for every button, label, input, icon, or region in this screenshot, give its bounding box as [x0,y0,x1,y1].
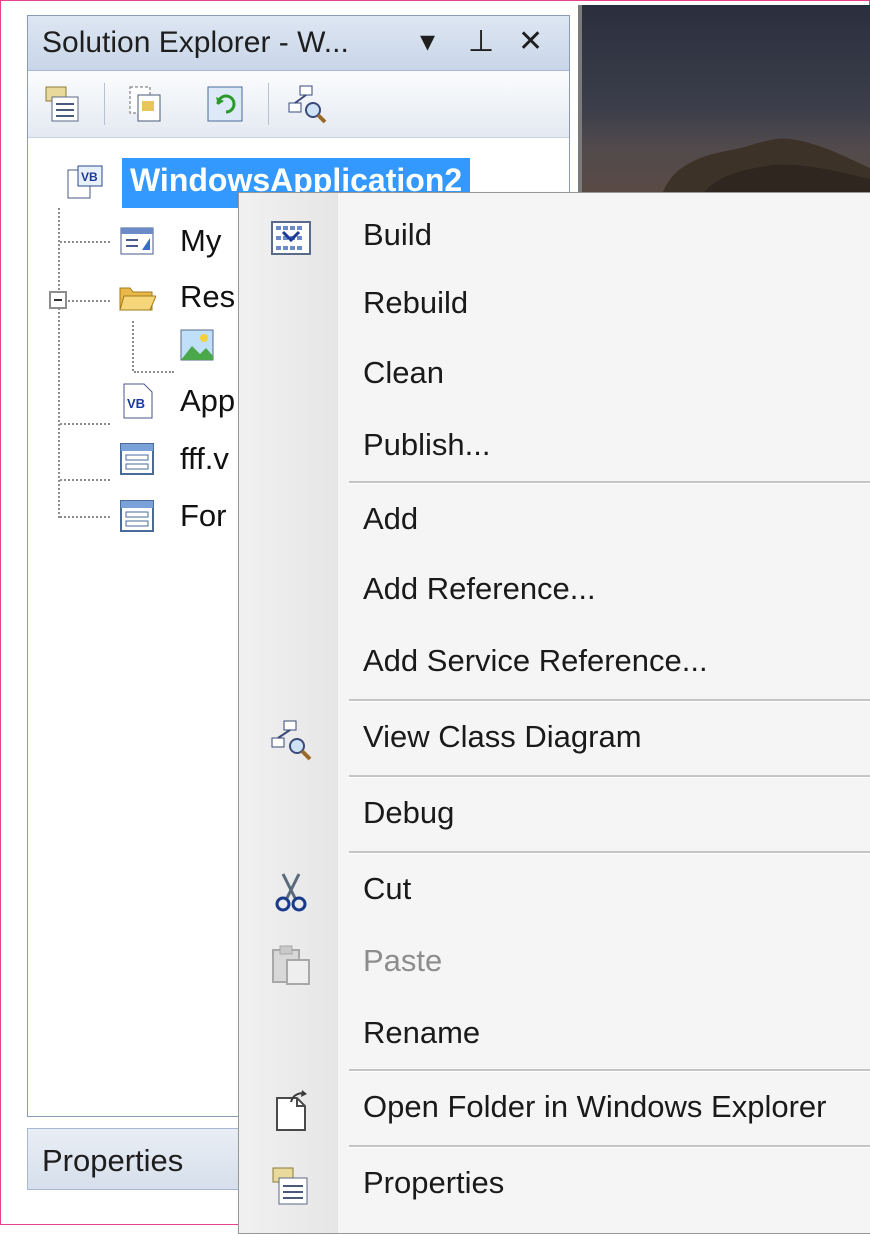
toolbar-separator [268,83,269,125]
properties-tab-label: Properties [42,1143,184,1178]
solution-explorer-titlebar: Solution Explorer - W... ▾ ⊥ ✕ [28,16,569,71]
solution-explorer-toolbar [28,71,569,138]
tree-silhouette [662,138,870,195]
refresh-icon[interactable] [204,83,246,125]
show-all-files-icon[interactable] [124,83,166,125]
menu-item-rename[interactable]: Rename [239,999,870,1069]
open-folder-icon [276,1090,307,1131]
background-image [578,5,870,195]
menu-item-label: Build [363,217,432,252]
menu-item-debug[interactable]: Debug [239,779,870,849]
menu-item-publish[interactable]: Publish... [239,411,870,481]
window-position-dropdown-icon[interactable]: ▾ [420,24,435,59]
form-icon [120,443,154,475]
properties-icon[interactable] [42,83,84,125]
tree-connector-line [60,423,110,425]
menu-item-rebuild[interactable]: Rebuild [239,269,870,339]
menu-item-add[interactable]: Add [239,485,870,555]
close-icon[interactable]: ✕ [518,24,543,59]
menu-separator [349,851,870,854]
menu-item-label: Rebuild [363,285,469,320]
menu-item-open-folder-in-windows-explorer[interactable]: Open Folder in Windows Explorer [239,1073,870,1143]
menu-separator [349,1145,870,1148]
menu-item-clean[interactable]: Clean [239,339,870,409]
tree-collapse-toggle[interactable] [49,291,67,309]
vb-project-icon: VB [67,165,103,199]
menu-item-label: Clean [363,355,444,390]
tree-connector-line [134,371,174,373]
view-class-diagram-icon[interactable] [286,83,328,125]
menu-item-label: Open Folder in Windows Explorer [363,1089,827,1124]
menu-separator [349,699,870,702]
menu-item-properties[interactable]: Properties [239,1149,870,1219]
vb-file-icon: VB [123,383,153,419]
menu-item-label: Debug [363,795,455,830]
tree-item-application[interactable]: App [180,383,235,419]
tree-connector-line [132,321,134,371]
menu-item-build[interactable]: Build [239,201,870,271]
menu-item-label: Publish... [363,427,491,462]
menu-separator [349,1069,870,1072]
toolbar-separator [104,83,105,125]
tree-item-resources[interactable]: Res [180,279,235,315]
tree-connector-line [60,479,110,481]
menu-item-label: View Class Diagram [363,719,642,754]
menu-item-view-class-diagram[interactable]: View Class Diagram [239,703,870,773]
context-menu: Build Rebuild Clean Publish... Add Add R… [238,192,870,1234]
menu-item-paste[interactable]: Paste [239,927,870,997]
tree-connector-line [58,208,60,518]
class-diagram-icon [271,720,312,761]
menu-item-label: Paste [363,943,443,978]
menu-item-label: Add [363,501,419,536]
svg-text:VB: VB [127,396,145,411]
form-icon [120,500,154,532]
svg-text:VB: VB [81,170,98,184]
menu-separator [349,775,870,778]
build-icon [271,221,311,255]
menu-item-add-service-reference[interactable]: Add Service Reference... [239,627,870,697]
menu-separator [349,481,870,484]
menu-item-add-reference[interactable]: Add Reference... [239,555,870,625]
properties-icon [272,1167,308,1205]
my-project-icon [120,227,154,255]
auto-hide-pin-icon[interactable]: ⊥ [468,24,494,59]
menu-item-label: Cut [363,871,412,906]
menu-item-label: Rename [363,1015,481,1050]
menu-item-label: Properties [363,1165,505,1200]
tree-item-form[interactable]: For [180,498,227,534]
folder-open-icon [119,287,156,311]
scissors-icon [275,873,307,912]
image-icon [180,329,214,361]
tree-item-my-project[interactable]: My [180,223,221,259]
menu-item-label: Add Service Reference... [363,643,708,678]
tree-connector-line [68,300,110,302]
menu-item-cut[interactable]: Cut [239,855,870,925]
tree-item-fff[interactable]: fff.v [180,441,229,477]
tree-connector-line [60,241,110,243]
tree-connector-line [60,516,110,518]
paste-icon [272,945,310,985]
menu-item-label: Add Reference... [363,571,596,606]
panel-title: Solution Explorer - W... [42,26,349,59]
